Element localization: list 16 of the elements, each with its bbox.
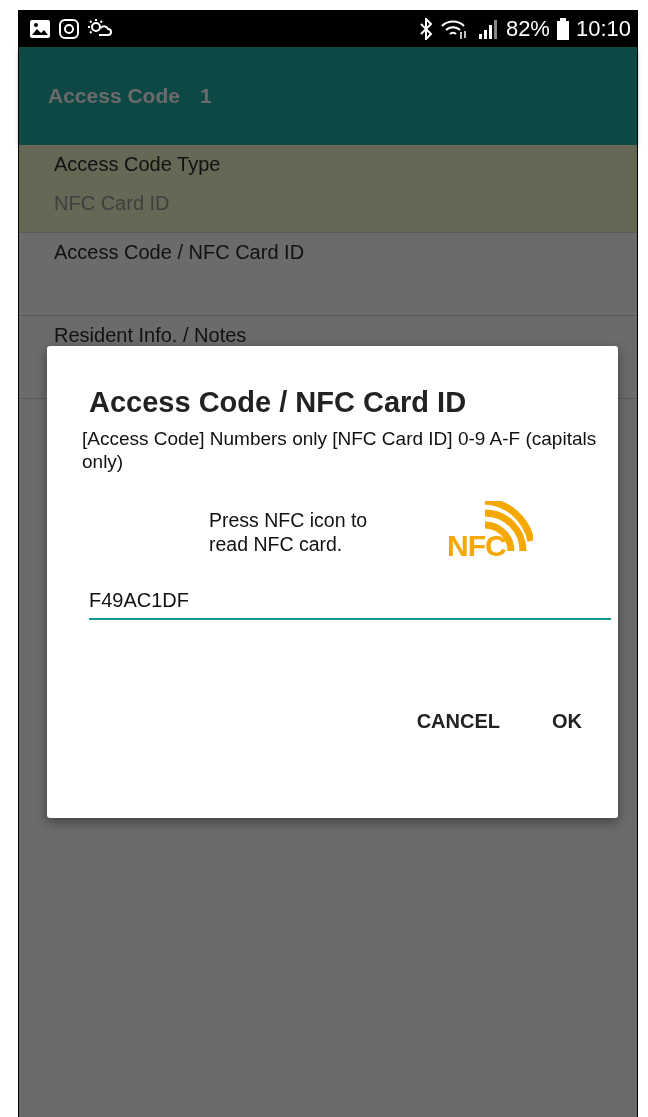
dialog-button[interactable]: OK	[536, 702, 598, 741]
camera-icon	[58, 17, 80, 40]
record-number: 1	[199, 84, 212, 108]
dialog-title: Access Code / NFC Card ID	[89, 386, 468, 419]
image-icon	[29, 18, 51, 39]
clock-time: 10:10	[575, 15, 631, 42]
bluetooth-icon	[418, 17, 433, 40]
battery-percentage: 82%	[505, 15, 550, 42]
battery-icon	[556, 17, 569, 40]
dialog-button[interactable]: CANCEL	[400, 702, 516, 741]
form-field[interactable]: Access Code / NFC Card ID	[19, 233, 637, 316]
signal-icon	[476, 17, 499, 40]
card-id-input[interactable]: F49AC1DF	[89, 585, 611, 620]
nfc-hint-text: Press NFC icon to read NFC card.	[209, 508, 369, 556]
toolbar-title: Access Code	[48, 84, 180, 108]
dialog-message: [Access Code] Numbers only [NFC Card ID] 0-9 A-F (capitals only)	[82, 427, 598, 473]
